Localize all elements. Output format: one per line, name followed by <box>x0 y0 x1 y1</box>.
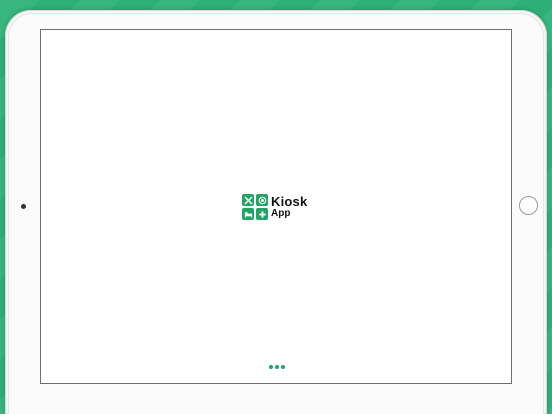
tools-icon <box>242 194 254 206</box>
loading-dot <box>275 365 279 369</box>
home-button[interactable] <box>519 196 538 215</box>
app-logo: Kiosk App <box>242 194 307 220</box>
medical-cross-icon <box>256 208 268 220</box>
loading-dot <box>269 365 273 369</box>
loading-indicator <box>269 365 285 369</box>
logo-icon-grid <box>242 194 268 220</box>
logo-text: Kiosk App <box>271 195 307 219</box>
loading-dot <box>281 365 285 369</box>
logo-subtitle: App <box>271 208 291 219</box>
bed-icon <box>242 208 254 220</box>
food-plate-icon <box>256 194 268 206</box>
camera-icon <box>21 204 26 209</box>
logo-title: Kiosk <box>271 194 308 209</box>
